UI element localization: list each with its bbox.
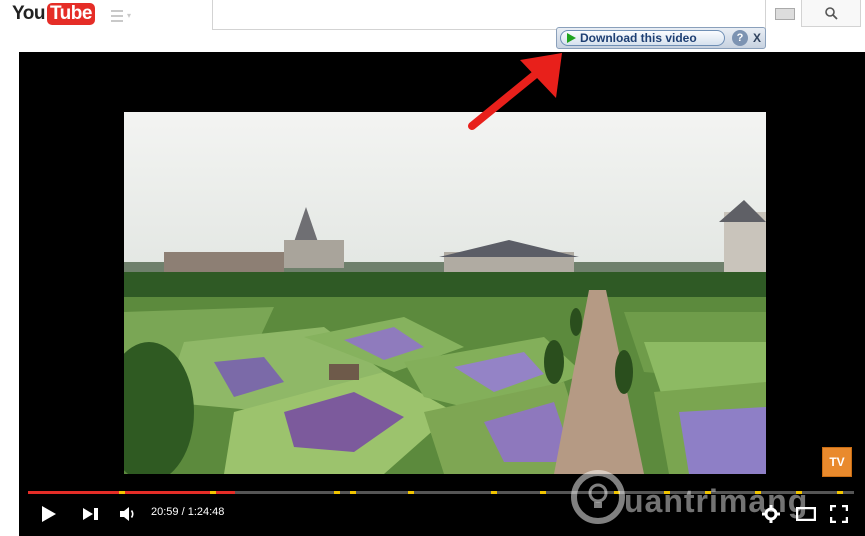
search-input[interactable] — [212, 0, 766, 30]
chapter-marker[interactable] — [490, 491, 497, 494]
download-play-icon — [567, 33, 576, 43]
play-button[interactable] — [38, 504, 60, 524]
download-video-button[interactable]: Download this video — [560, 30, 725, 46]
volume-icon — [120, 507, 134, 521]
lightbulb-icon — [571, 470, 625, 524]
garden-video-scene — [124, 112, 766, 474]
download-label: Download this video — [580, 31, 697, 45]
chapter-marker[interactable] — [407, 491, 414, 494]
time-display: 20:59 / 1:24:48 — [151, 506, 225, 518]
youtube-logo[interactable]: You Tube — [12, 0, 95, 28]
menu-icon[interactable]: ▾ — [111, 7, 137, 23]
download-toolbar: Download this video ? X — [556, 27, 766, 49]
next-button[interactable] — [80, 504, 102, 524]
chapter-marker[interactable] — [209, 491, 216, 494]
help-button[interactable]: ? — [732, 30, 748, 46]
play-icon — [42, 506, 56, 522]
keyboard-icon[interactable] — [775, 8, 795, 20]
chapter-marker[interactable] — [540, 491, 547, 494]
watermark-text: uantrimang — [624, 483, 809, 519]
video-player[interactable]: TV — [19, 52, 865, 536]
red-arrow-annotation — [468, 53, 562, 130]
search-button[interactable] — [801, 0, 861, 27]
volume-button[interactable] — [118, 504, 138, 524]
progress-fill — [28, 491, 235, 494]
logo-tube: Tube — [46, 3, 95, 25]
chapter-marker[interactable] — [333, 491, 340, 494]
next-icon — [83, 508, 98, 520]
video-frame[interactable] — [124, 112, 766, 474]
logo-you: You — [12, 3, 45, 24]
search-icon — [824, 6, 838, 20]
chapter-marker[interactable] — [350, 491, 357, 494]
chapter-marker[interactable] — [118, 491, 125, 494]
site-watermark: uantrimang — [568, 465, 858, 529]
close-button[interactable]: X — [751, 30, 763, 46]
